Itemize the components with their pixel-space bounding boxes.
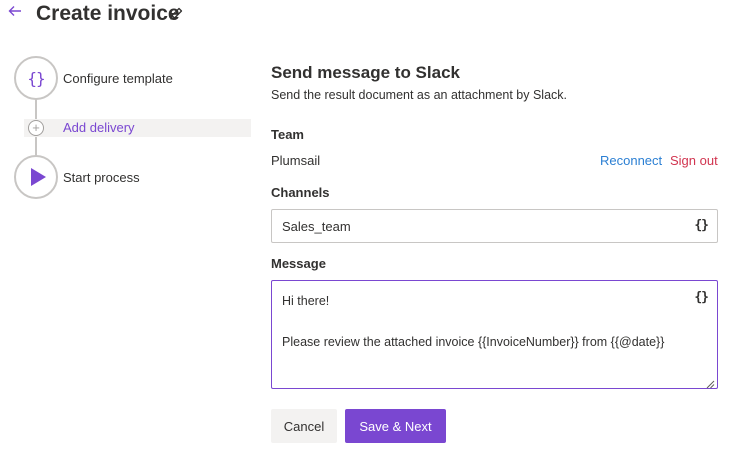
team-value: Plumsail (271, 153, 321, 168)
sign-out-link[interactable]: Sign out (670, 153, 718, 169)
resize-handle-icon[interactable] (705, 376, 715, 389)
reconnect-link[interactable]: Reconnect (600, 153, 662, 169)
team-label: Team (271, 127, 304, 142)
step-label-add-delivery: Add delivery (63, 120, 135, 135)
play-icon (30, 168, 46, 186)
back-arrow-icon[interactable] (7, 3, 25, 21)
pencil-icon[interactable] (168, 6, 184, 22)
insert-token-icon[interactable]: {} (694, 290, 709, 306)
plus-circle-icon: + (28, 120, 44, 136)
section-description: Send the result document as an attachmen… (271, 88, 568, 102)
page-title: Create invoice (36, 2, 180, 25)
step-start-process[interactable] (14, 155, 58, 199)
channels-input[interactable]: Sales_team {} (271, 209, 718, 243)
message-label: Message (271, 256, 326, 271)
process-stepper: {} Configure template + Add delivery Sta… (0, 50, 252, 210)
step-add-delivery[interactable]: + Add delivery (24, 119, 251, 137)
cancel-button[interactable]: Cancel (271, 409, 337, 443)
braces-icon: {} (27, 68, 45, 88)
insert-token-icon[interactable]: {} (694, 218, 709, 234)
message-textarea[interactable]: Hi there! Please review the attached inv… (271, 280, 718, 389)
step-label-start-process[interactable]: Start process (63, 170, 140, 186)
step-configure-template[interactable]: {} (14, 56, 58, 100)
channels-label: Channels (271, 185, 330, 200)
message-line[interactable]: Hi there! (282, 293, 329, 309)
message-line[interactable]: Please review the attached invoice {{Inv… (282, 334, 664, 350)
save-next-button[interactable]: Save & Next (345, 409, 446, 443)
step-label-configure-template[interactable]: Configure template (63, 71, 173, 87)
section-title: Send message to Slack (271, 63, 460, 82)
channels-value[interactable]: Sales_team (282, 219, 351, 235)
